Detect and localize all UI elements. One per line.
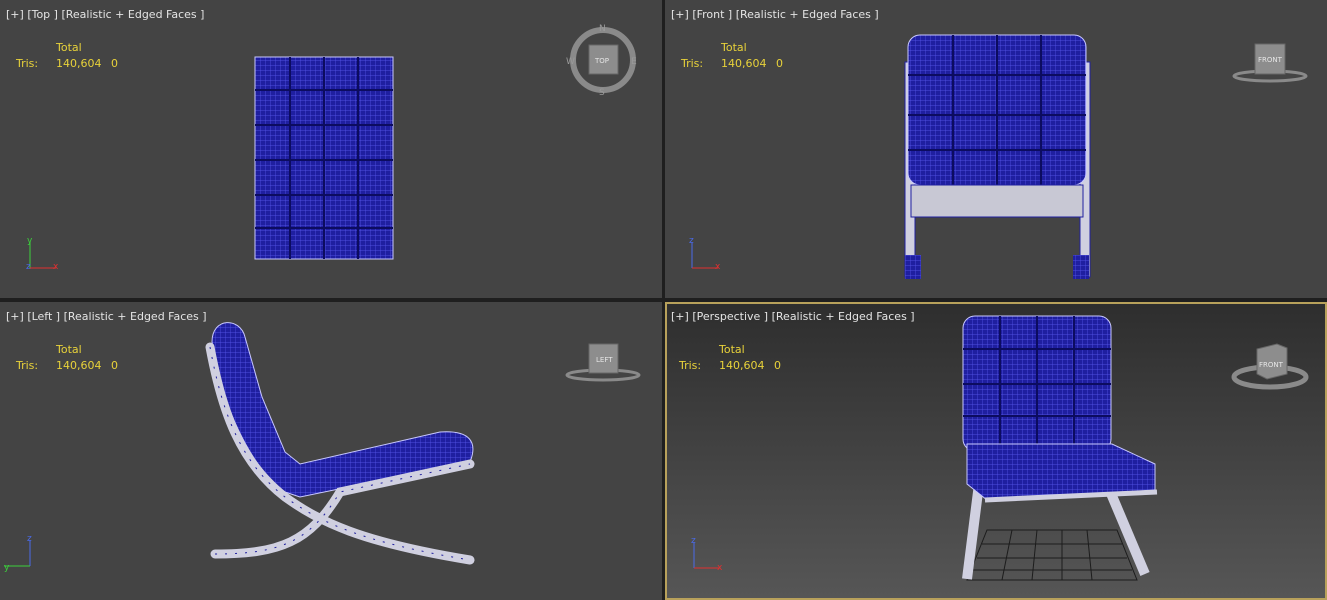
chair-mesh-top[interactable] xyxy=(254,56,394,260)
axis-z-label: z xyxy=(27,534,32,544)
chair-mesh-perspective[interactable] xyxy=(962,315,1158,580)
viewcube-face-label[interactable]: FRONT xyxy=(1258,56,1283,64)
axis-y-label: y xyxy=(4,563,10,573)
axis-x-label: x xyxy=(717,563,723,573)
viewcube-front[interactable]: FRONT xyxy=(1232,43,1308,83)
compass-north[interactable]: N xyxy=(599,24,606,34)
home-grid xyxy=(966,529,1138,581)
axis-tripod: y z x xyxy=(26,236,59,272)
axis-x-label: x xyxy=(53,262,59,272)
axis-tripod: z x xyxy=(689,236,721,272)
viewport-left[interactable]: [+] [Left ] [Realistic + Edged Faces ] T… xyxy=(0,302,662,600)
chair-mesh-left[interactable] xyxy=(205,322,475,565)
axis-x-label: x xyxy=(715,262,721,272)
viewcube-top[interactable]: N E S W TOP xyxy=(566,24,637,98)
viewcube-left[interactable]: LEFT xyxy=(565,343,641,382)
chair-mesh-front[interactable] xyxy=(904,34,1091,279)
axis-z-label: z xyxy=(691,536,696,546)
compass-west[interactable]: W xyxy=(566,57,575,67)
axis-tripod: z y xyxy=(4,534,32,573)
viewport-perspective[interactable]: [+] [Perspective ] [Realistic + Edged Fa… xyxy=(665,302,1327,600)
axis-y-label: y xyxy=(27,236,33,246)
viewcube-face-label[interactable]: FRONT xyxy=(1259,361,1284,369)
perspective-view-canvas: z x FRONT xyxy=(691,315,1309,581)
viewcube-face-label[interactable]: LEFT xyxy=(596,356,613,364)
viewcube-face-label[interactable]: TOP xyxy=(594,57,609,65)
left-view-canvas: z y LEFT xyxy=(4,322,641,573)
viewport-top[interactable]: [+] [Top ] [Realistic + Edged Faces ] To… xyxy=(0,0,662,298)
axis-z-label: z xyxy=(26,262,31,272)
axis-tripod: z x xyxy=(691,536,723,573)
front-view-canvas: z x FRONT xyxy=(689,34,1308,279)
axis-z-label: z xyxy=(689,236,694,246)
top-view-canvas: y z x N E S W TOP xyxy=(26,24,637,272)
viewport-grid: [+] [Top ] [Realistic + Edged Faces ] To… xyxy=(0,0,1327,600)
viewport-front[interactable]: [+] [Front ] [Realistic + Edged Faces ] … xyxy=(665,0,1327,298)
viewcube-perspective[interactable]: FRONT xyxy=(1231,343,1309,390)
compass-south[interactable]: S xyxy=(599,88,605,98)
compass-east[interactable]: E xyxy=(631,57,637,67)
